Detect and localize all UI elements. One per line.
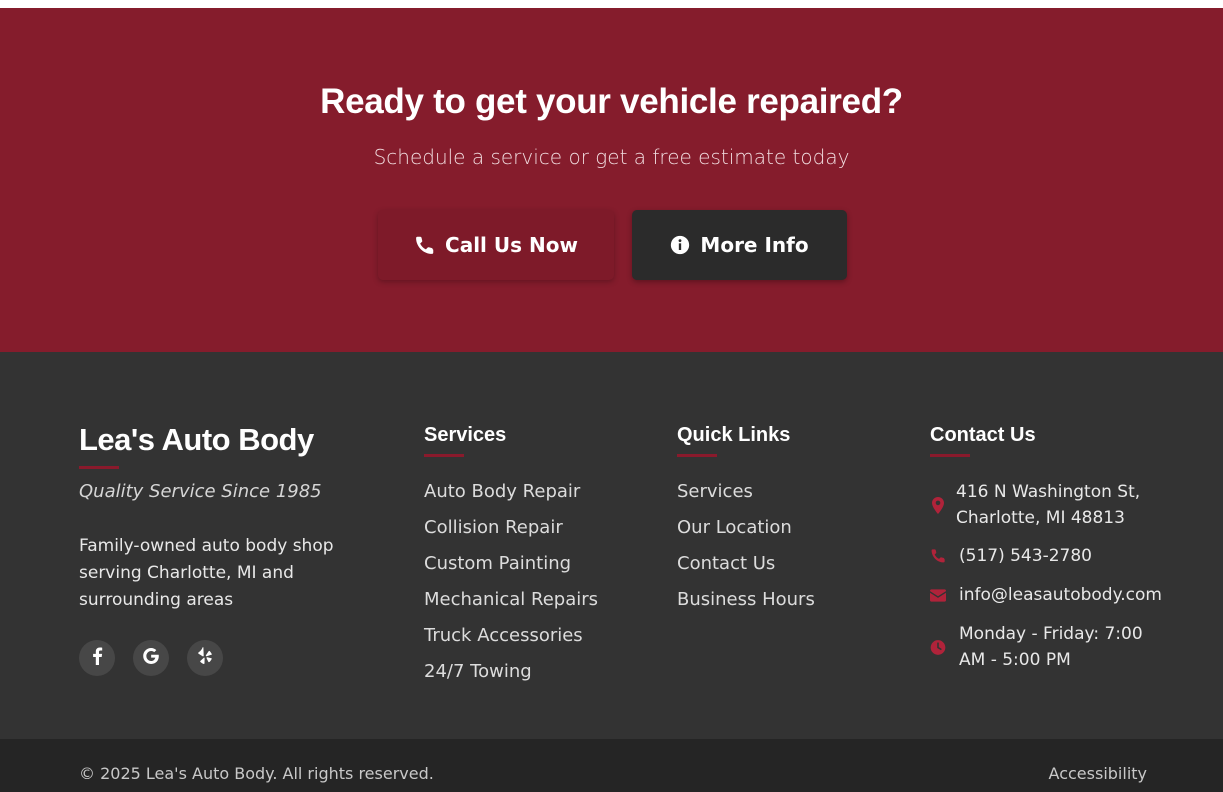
top-strip — [0, 0, 1223, 8]
footer-tagline: Quality Service Since 1985 — [79, 481, 322, 502]
contact-email[interactable]: info@leasautobody.com — [930, 582, 1162, 608]
clock-icon — [930, 639, 946, 656]
contact-underline — [930, 454, 970, 457]
contact-hours-text: Monday - Friday: 7:00 AM - 5:00 PM — [959, 624, 1143, 670]
more-info-button[interactable]: More Info — [632, 210, 847, 280]
contact-email-text: info@leasautobody.com — [959, 585, 1162, 605]
quick-link-our-location[interactable]: Our Location — [677, 514, 815, 550]
map-pin-icon — [930, 496, 946, 514]
quick-link-contact-us[interactable]: Contact Us — [677, 550, 815, 586]
service-link-towing[interactable]: 24/7 Towing — [424, 658, 598, 694]
cta-subtitle: Schedule a service or get a free estimat… — [373, 145, 850, 169]
copyright-text: © 2025 Lea's Auto Body. All rights reser… — [79, 764, 434, 783]
service-link-truck-accessories[interactable]: Truck Accessories — [424, 622, 598, 658]
footer-bottom-bar: © 2025 Lea's Auto Body. All rights reser… — [0, 739, 1223, 792]
contact-phone[interactable]: (517) 543-2780 — [930, 543, 1092, 569]
contact-hours: Monday - Friday: 7:00 AM - 5:00 PM — [930, 621, 1149, 673]
service-link-custom-painting[interactable]: Custom Painting — [424, 550, 598, 586]
services-underline — [424, 454, 464, 457]
service-link-auto-body-repair[interactable]: Auto Body Repair — [424, 478, 598, 514]
quick-links-heading: Quick Links — [677, 424, 791, 446]
cta-title: Ready to get your vehicle repaired? — [320, 82, 903, 121]
contact-address-text: 416 N Washington St, Charlotte, MI 48813 — [956, 482, 1141, 528]
footer-brand-name: Lea's Auto Body — [79, 422, 314, 457]
google-icon — [142, 647, 160, 670]
service-link-collision-repair[interactable]: Collision Repair — [424, 514, 598, 550]
site-footer: Lea's Auto Body Quality Service Since 19… — [0, 352, 1223, 739]
cta-banner: Ready to get your vehicle repaired? Sche… — [0, 8, 1223, 352]
services-list: Auto Body Repair Collision Repair Custom… — [424, 478, 598, 694]
call-us-now-button[interactable]: Call Us Now — [378, 210, 614, 280]
envelope-icon — [930, 588, 946, 602]
services-heading: Services — [424, 424, 507, 446]
facebook-icon — [92, 647, 103, 670]
call-us-now-label: Call Us Now — [445, 233, 578, 257]
contact-phone-text: (517) 543-2780 — [959, 546, 1092, 566]
quick-link-business-hours[interactable]: Business Hours — [677, 586, 815, 622]
footer-description: Family-owned auto body shop serving Char… — [79, 536, 334, 610]
quick-link-services[interactable]: Services — [677, 478, 815, 514]
contact-address: 416 N Washington St, Charlotte, MI 48813 — [930, 479, 1160, 531]
quick-links-underline — [677, 454, 717, 457]
info-circle-icon — [670, 235, 690, 255]
quick-links-list: Services Our Location Contact Us Busines… — [677, 478, 815, 622]
service-link-mechanical-repairs[interactable]: Mechanical Repairs — [424, 586, 598, 622]
phone-icon — [930, 548, 946, 564]
google-link[interactable] — [133, 640, 169, 676]
brand-underline — [79, 466, 119, 469]
phone-icon — [414, 235, 435, 256]
facebook-link[interactable] — [79, 640, 115, 676]
contact-heading: Contact Us — [930, 424, 1036, 446]
more-info-label: More Info — [700, 233, 809, 257]
accessibility-link[interactable]: Accessibility — [1049, 764, 1147, 783]
yelp-icon — [197, 646, 213, 670]
yelp-link[interactable] — [187, 640, 223, 676]
